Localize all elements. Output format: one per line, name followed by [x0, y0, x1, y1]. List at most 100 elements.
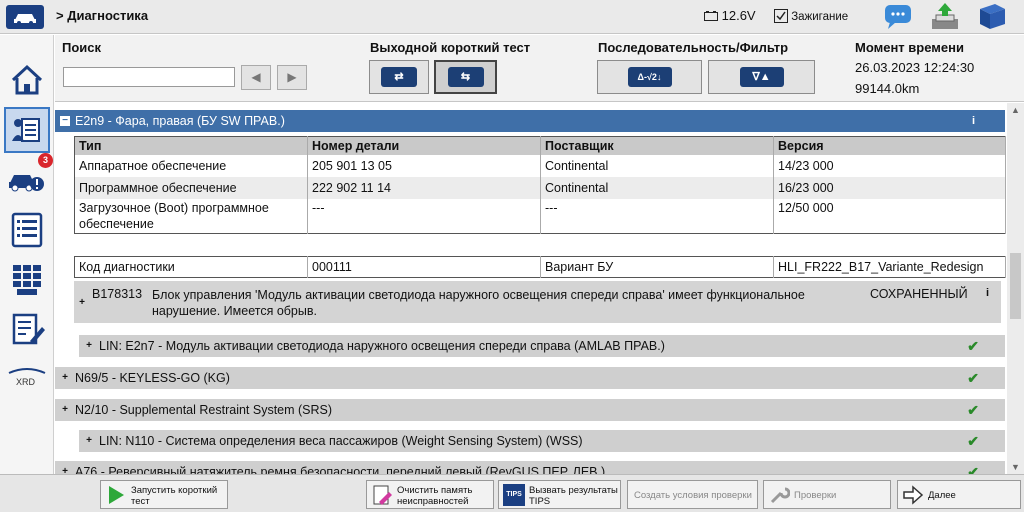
- timestamp-label: Момент времени: [855, 40, 964, 55]
- list-icon: [11, 212, 43, 248]
- scrollbar-thumb[interactable]: [1010, 253, 1021, 319]
- chat-button[interactable]: [882, 1, 916, 33]
- fault-count-badge: 3: [38, 153, 53, 168]
- book-icon: [980, 4, 1005, 29]
- vertical-scrollbar[interactable]: ▲ ▼: [1007, 103, 1024, 474]
- triangle-right-icon: ▶: [287, 70, 297, 84]
- fault-code: B178313: [92, 287, 143, 301]
- ecu-list: − E2n9 - Фара, правая (БУ SW ПРАВ.) i Ти…: [55, 103, 1007, 474]
- table-header: Тип: [74, 136, 308, 155]
- button-label: Создать условия проверки: [634, 490, 752, 501]
- fault-info-icon[interactable]: i: [986, 287, 989, 299]
- table-cell: ---: [540, 199, 774, 234]
- scroll-up-icon[interactable]: ▲: [1007, 103, 1024, 117]
- ecu-row[interactable]: + N69/5 - KEYLESS-GO (KG) ✔: [55, 367, 1005, 389]
- fault-status: СОХРАНЕННЫЙ: [870, 287, 968, 301]
- short-test-label: Выходной короткий тест: [370, 40, 531, 55]
- search-label: Поиск: [62, 40, 102, 55]
- table-header-row: Тип Номер детали Поставщик Версия: [74, 136, 1006, 155]
- search-input[interactable]: [63, 67, 235, 87]
- clear-fault-memory-button[interactable]: Очистить память неисправностей: [366, 480, 494, 509]
- sequence-button[interactable]: Δ-√2↓: [597, 60, 702, 94]
- mileage-value: 99144.0km: [855, 81, 920, 96]
- ignition-icon: [774, 9, 788, 23]
- car-icon: [14, 14, 36, 25]
- sidebar-home[interactable]: [4, 57, 50, 103]
- table-cell: 205 901 13 05: [307, 155, 541, 177]
- expand-icon[interactable]: +: [60, 467, 70, 475]
- filter-warning-icon: ∇▲: [739, 67, 784, 87]
- ecu-variant-value: HLI_FR222_B17_Variante_Redesign: [773, 256, 1006, 278]
- sidebar-list[interactable]: [4, 207, 50, 253]
- start-short-test-button[interactable]: Запустить короткий тест: [100, 480, 228, 509]
- triangle-left-icon: ◀: [251, 70, 261, 84]
- table-row: Загрузочное (Boot) программное обеспечен…: [74, 199, 1006, 234]
- ecu-row[interactable]: + A76 - Реверсивный натяжитель ремня без…: [55, 461, 1005, 474]
- ecu-row-label: N69/5 - KEYLESS-GO (KG): [75, 371, 230, 385]
- expand-icon[interactable]: +: [60, 405, 70, 415]
- ecu-row-label: LIN: N110 - Система определения веса пас…: [99, 434, 583, 448]
- table-row: Аппаратное обеспечение 205 901 13 05 Con…: [74, 155, 1006, 177]
- table-cell: Continental: [540, 155, 774, 177]
- print-upload-button[interactable]: [928, 1, 962, 33]
- sidebar-vehicle-faults[interactable]: 3: [4, 153, 53, 203]
- info-icon[interactable]: i: [972, 110, 975, 132]
- expand-icon[interactable]: +: [77, 298, 87, 308]
- expand-icon[interactable]: +: [60, 373, 70, 383]
- ecu-row-selected[interactable]: − E2n9 - Фара, правая (БУ SW ПРАВ.) i: [55, 110, 1005, 132]
- check-icon: ✔: [967, 464, 979, 474]
- ecu-row[interactable]: + LIN: N110 - Система определения веса п…: [79, 430, 1005, 452]
- short-test-backward-button[interactable]: ⇆: [434, 60, 497, 94]
- ecu-row[interactable]: + N2/10 - Supplemental Restraint System …: [55, 399, 1005, 421]
- expand-icon[interactable]: +: [84, 341, 94, 351]
- scroll-down-icon[interactable]: ▼: [1007, 460, 1024, 474]
- diag-code-label: Код диагностики: [74, 256, 308, 278]
- table-cell: 12/50 000: [773, 199, 1006, 234]
- checks-button[interactable]: Проверки: [763, 480, 891, 509]
- ecu-variant-label: Вариант БУ: [540, 256, 774, 278]
- call-tips-button[interactable]: TIPS Вызвать результаты TIPS: [498, 480, 621, 509]
- button-label: Вызвать результаты TIPS: [529, 485, 618, 507]
- diagnosis-code-table: Код диагностики 000111 Вариант БУ HLI_FR…: [74, 256, 1006, 278]
- table-cell: 16/23 000: [773, 177, 1006, 199]
- sidebar-xrd[interactable]: XRD: [4, 357, 50, 403]
- ecu-row-label: N2/10 - Supplemental Restraint System (S…: [75, 403, 333, 417]
- collapse-icon[interactable]: −: [60, 116, 70, 126]
- table-cell: Загрузочное (Boot) программное обеспечен…: [74, 199, 308, 234]
- breadcrumb: > Диагностика: [56, 8, 149, 23]
- xrd-label: XRD: [16, 377, 36, 387]
- sidebar-documents[interactable]: [4, 307, 50, 353]
- ignition-label: Зажигание: [791, 11, 849, 23]
- table-header: Номер детали: [307, 136, 541, 155]
- sidebar-diagnostics[interactable]: [4, 107, 50, 153]
- table-row: Код диагностики 000111 Вариант БУ HLI_FR…: [74, 256, 1006, 278]
- short-test-forward-button[interactable]: ⇄: [369, 60, 429, 94]
- fault-entry[interactable]: + B178313 Блок управления 'Модуль актива…: [74, 281, 1001, 323]
- battery-icon: [704, 11, 718, 21]
- top-bar: > Диагностика 12.6V Зажигание: [0, 0, 1024, 34]
- play-icon: [109, 486, 124, 504]
- ecu-row[interactable]: + LIN: E2n7 - Модуль активации светодиод…: [79, 335, 1005, 357]
- next-button[interactable]: Далее: [897, 480, 1021, 509]
- vehicle-button[interactable]: [6, 5, 44, 29]
- filter-button[interactable]: ∇▲: [708, 60, 815, 94]
- voltage-indicator: 12.6V: [704, 8, 756, 23]
- search-next-button[interactable]: ▶: [277, 65, 307, 90]
- control-panel: Поиск ◀ ▶ Выходной короткий тест ⇄ ⇆ Пос…: [55, 35, 1024, 102]
- sequence-filter-label: Последовательность/Фильтр: [598, 40, 789, 55]
- expand-icon[interactable]: +: [84, 436, 94, 446]
- eraser-document-icon: [373, 485, 392, 505]
- table-row: Программное обеспечение 222 902 11 14 Co…: [74, 177, 1006, 199]
- table-cell: ---: [307, 199, 541, 234]
- check-icon: ✔: [967, 433, 979, 449]
- sidebar-control-units[interactable]: [4, 257, 50, 303]
- table-cell: 14/23 000: [773, 155, 1006, 177]
- table-cell: 222 902 11 14: [307, 177, 541, 199]
- chat-icon: [885, 5, 911, 29]
- table-cell: Continental: [540, 177, 774, 199]
- diagnostics-icon: [12, 118, 40, 142]
- create-test-conditions-button[interactable]: Создать условия проверки: [627, 480, 758, 509]
- table-header: Поставщик: [540, 136, 774, 155]
- manual-button[interactable]: [975, 1, 1009, 33]
- search-previous-button[interactable]: ◀: [241, 65, 271, 90]
